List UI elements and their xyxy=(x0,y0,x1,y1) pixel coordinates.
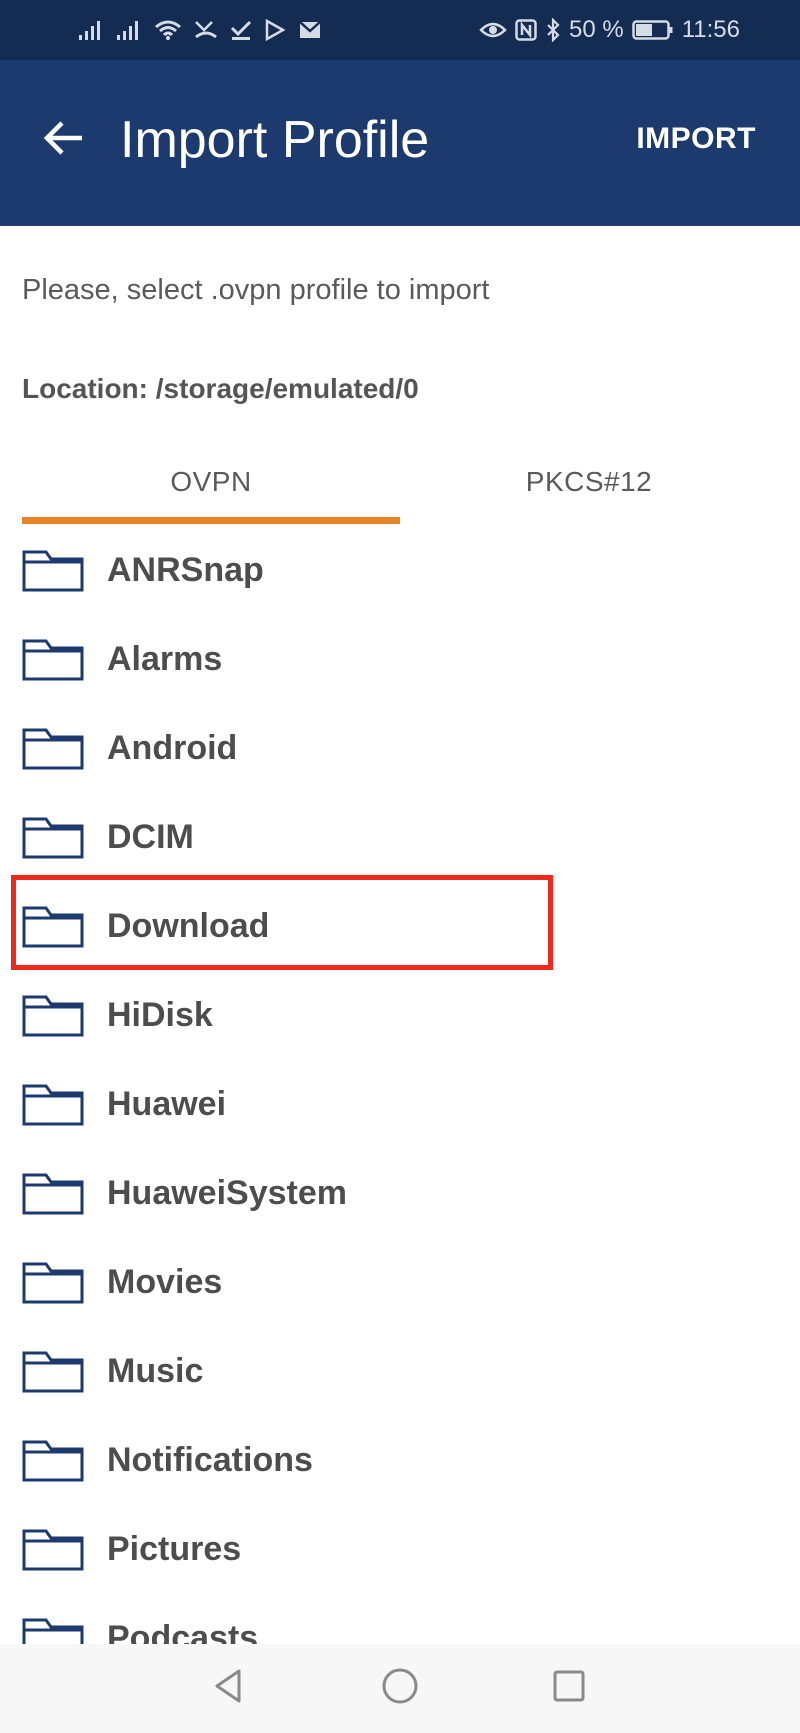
folder-label: Notifications xyxy=(107,1441,313,1479)
folder-item-notifications[interactable]: Notifications xyxy=(0,1416,800,1505)
folder-icon xyxy=(22,1438,84,1482)
folder-item-hidisk[interactable]: HiDisk xyxy=(0,971,800,1060)
folder-icon xyxy=(22,548,84,592)
folder-item-anrsnap[interactable]: ANRSnap xyxy=(0,526,800,615)
folder-icon xyxy=(22,815,84,859)
folder-item-movies[interactable]: Movies xyxy=(0,1238,800,1327)
folder-item-pictures[interactable]: Pictures xyxy=(0,1505,800,1594)
folder-label: Alarms xyxy=(107,640,223,678)
status-bar: 50 % 11:56 xyxy=(0,0,800,60)
mail-icon xyxy=(298,20,322,40)
missed-call-icon xyxy=(194,19,218,41)
nfc-icon xyxy=(515,19,537,41)
status-left-icons xyxy=(78,0,322,60)
folder-label: Pictures xyxy=(107,1530,242,1568)
eye-icon xyxy=(479,20,507,40)
signal-icon xyxy=(78,19,104,41)
folder-icon xyxy=(22,1171,84,1215)
tab-pkcs12[interactable]: PKCS#12 xyxy=(400,438,778,526)
recents-square-icon xyxy=(549,1666,589,1711)
signal-icon xyxy=(116,19,142,41)
battery-percent: 50 % xyxy=(569,16,624,43)
status-right-icons: 50 % 11:56 xyxy=(479,0,740,60)
folder-list: ANRSnap Alarms Android DCIM Download HiD… xyxy=(0,526,800,1644)
folder-label: Download xyxy=(107,907,270,945)
back-button[interactable] xyxy=(40,116,88,164)
folder-label: Podcasts xyxy=(107,1619,259,1644)
battery-icon xyxy=(631,19,674,41)
folder-item-huaweisystem[interactable]: HuaweiSystem xyxy=(0,1149,800,1238)
tab-ovpn[interactable]: OVPN xyxy=(22,438,400,526)
app-bar: Import Profile IMPORT xyxy=(0,60,800,226)
folder-item-music[interactable]: Music xyxy=(0,1327,800,1416)
nav-back-button[interactable] xyxy=(203,1662,255,1714)
clock: 11:56 xyxy=(681,16,740,43)
back-triangle-icon xyxy=(209,1666,249,1711)
import-button[interactable]: IMPORT xyxy=(636,122,756,156)
tab-bar: OVPN PKCS#12 xyxy=(22,438,778,526)
folder-icon xyxy=(22,1349,84,1393)
play-store-icon xyxy=(264,19,286,41)
arrow-left-icon xyxy=(42,118,86,163)
folder-icon xyxy=(22,726,84,770)
folder-item-huawei[interactable]: Huawei xyxy=(0,1060,800,1149)
folder-item-android[interactable]: Android xyxy=(0,704,800,793)
folder-item-alarms[interactable]: Alarms xyxy=(0,615,800,704)
home-circle-icon xyxy=(380,1666,420,1711)
folder-label: HiDisk xyxy=(107,996,213,1034)
folder-icon xyxy=(22,1260,84,1304)
folder-icon xyxy=(22,1082,84,1126)
folder-item-dcim[interactable]: DCIM xyxy=(0,793,800,882)
folder-label: ANRSnap xyxy=(107,551,264,589)
folder-label: DCIM xyxy=(107,818,194,856)
nav-home-button[interactable] xyxy=(374,1662,426,1714)
folder-item-podcasts[interactable]: Podcasts xyxy=(0,1594,800,1644)
bluetooth-icon xyxy=(545,18,561,42)
wifi-icon xyxy=(154,19,182,41)
folder-label: Music xyxy=(107,1352,204,1390)
page-title: Import Profile xyxy=(120,111,430,169)
folder-icon xyxy=(22,904,84,948)
nav-recents-button[interactable] xyxy=(543,1662,595,1714)
folder-label: Movies xyxy=(107,1263,223,1301)
folder-icon xyxy=(22,637,84,681)
folder-label: Huawei xyxy=(107,1085,227,1123)
folder-label: HuaweiSystem xyxy=(107,1174,347,1212)
folder-icon xyxy=(22,1616,84,1644)
navigation-bar xyxy=(0,1644,800,1733)
folder-icon xyxy=(22,993,84,1037)
tab-selected-indicator xyxy=(22,517,400,524)
check-icon xyxy=(230,19,252,41)
instruction-text: Please, select .ovpn profile to import xyxy=(22,274,490,306)
folder-item-download[interactable]: Download xyxy=(0,882,800,971)
folder-label: Android xyxy=(107,729,238,767)
location-path: Location: /storage/emulated/0 xyxy=(22,373,419,404)
folder-icon xyxy=(22,1527,84,1571)
